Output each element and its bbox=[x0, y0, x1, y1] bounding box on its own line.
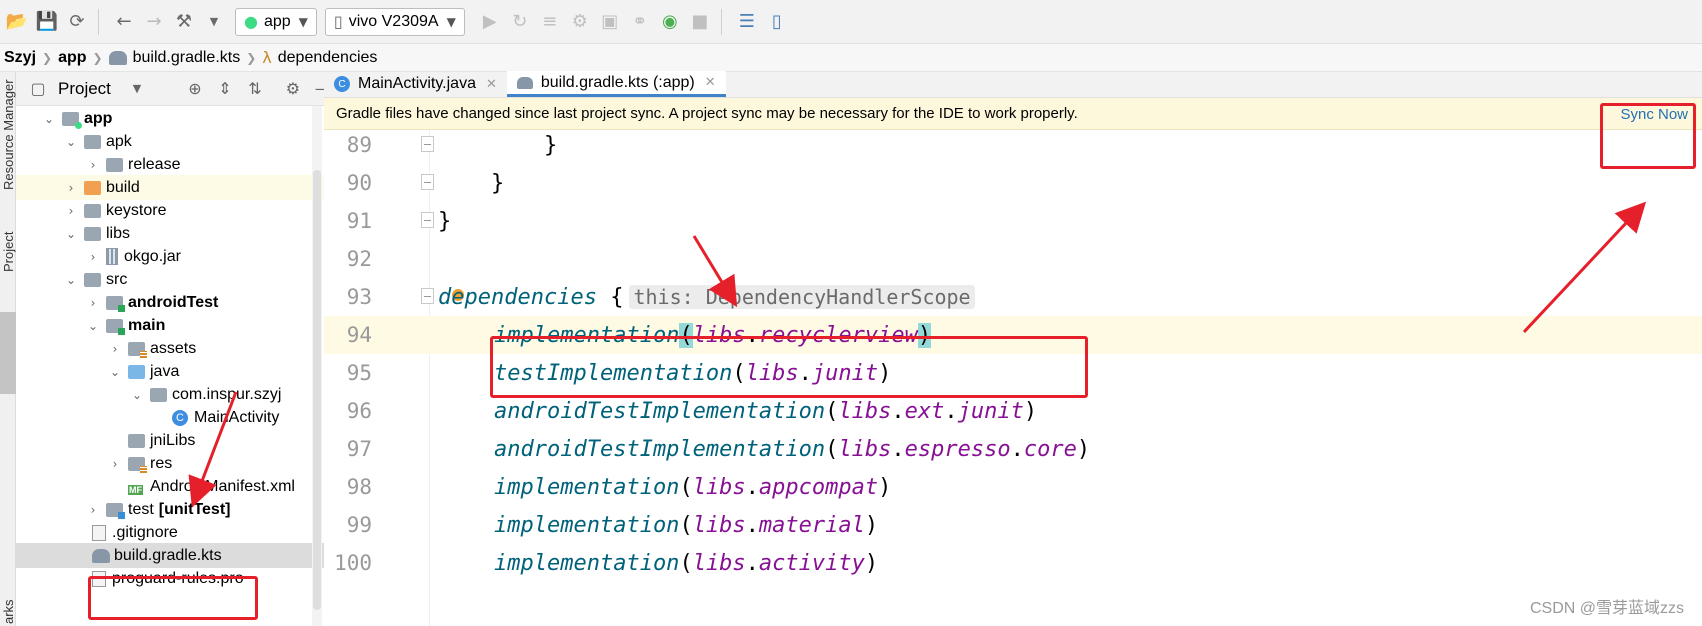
watermark: CSDN @雪芽蓝域zzs bbox=[1529, 600, 1684, 617]
arrow-to-dependencies bbox=[692, 235, 738, 308]
arrow-to-res bbox=[188, 391, 238, 508]
annotation-arrows bbox=[188, 201, 1647, 508]
arrow-to-sync-now bbox=[1522, 201, 1647, 334]
